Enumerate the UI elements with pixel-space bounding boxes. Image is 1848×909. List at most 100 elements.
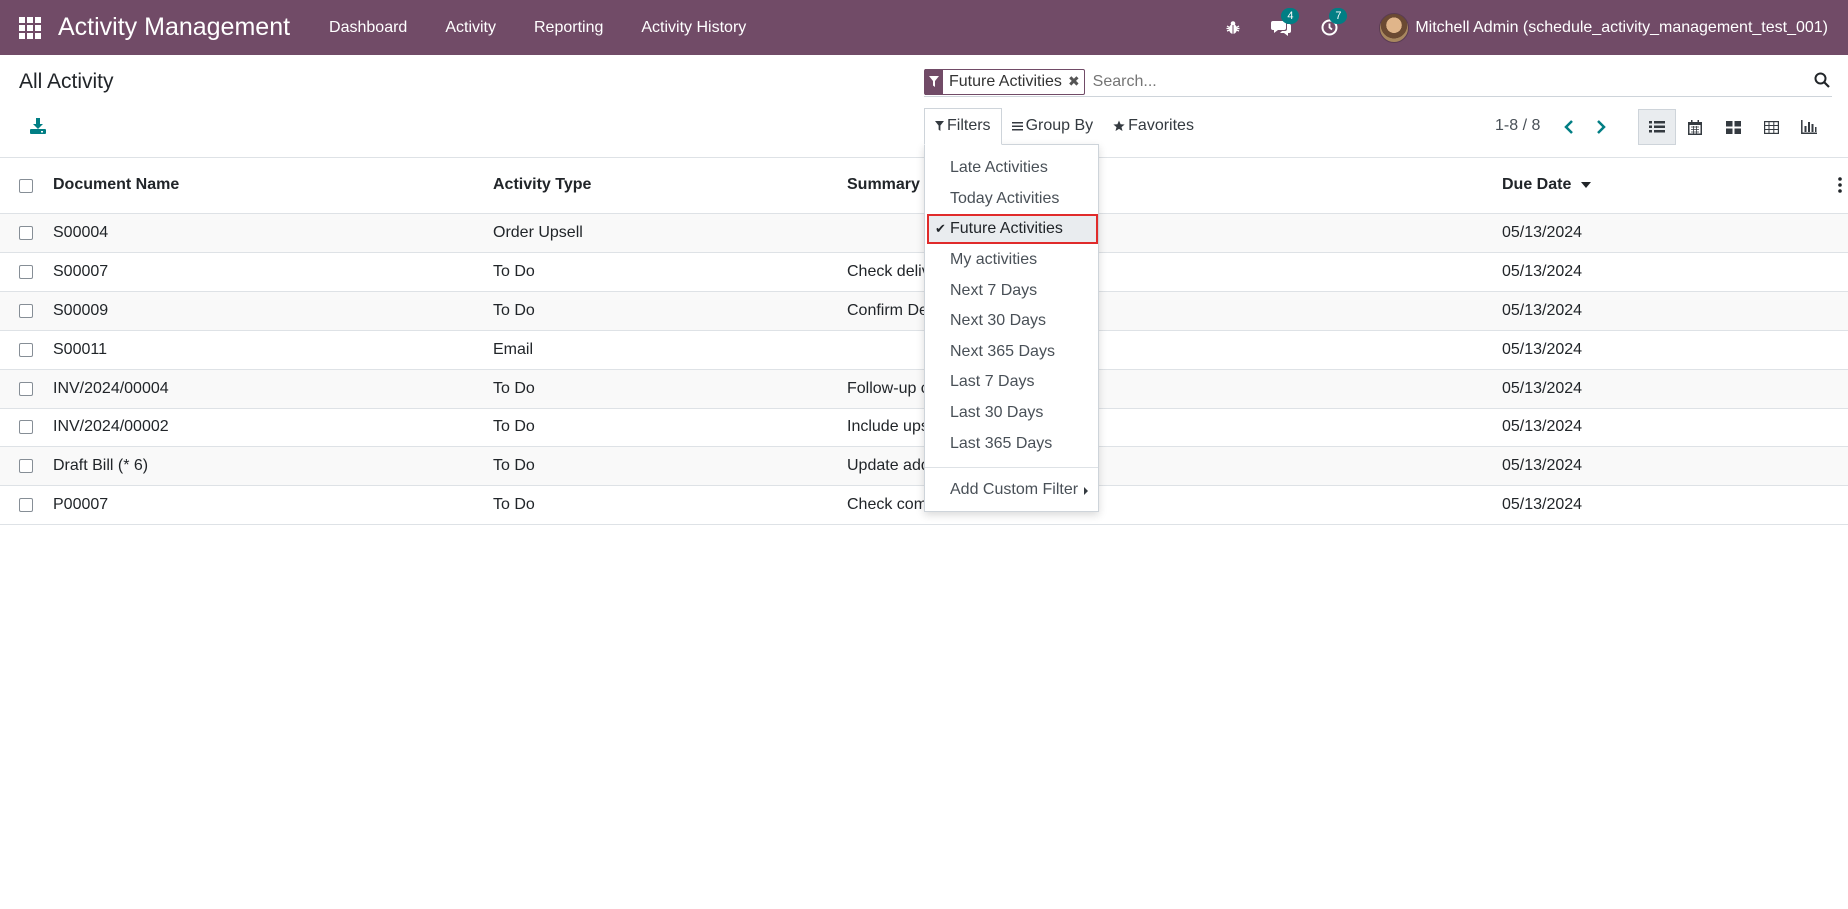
search-bar: Future Activities ✖ (924, 67, 1832, 97)
row-checkbox[interactable] (19, 304, 33, 318)
cell-summary: Confirm De (847, 302, 928, 319)
column-header-document-name[interactable]: Document Name (53, 176, 179, 194)
graph-view-icon[interactable] (1790, 109, 1828, 145)
top-navbar: Activity Management Dashboard Activity R… (0, 0, 1848, 55)
facet-remove-icon[interactable]: ✖ (1068, 73, 1084, 90)
cell-activity-type: To Do (493, 380, 535, 397)
cell-document-name: INV/2024/00004 (53, 380, 169, 397)
group-by-button[interactable]: Group By (1002, 108, 1104, 144)
filter-icon (935, 121, 944, 131)
cell-summary: Check com (847, 496, 928, 513)
column-header-summary[interactable]: Summary (847, 176, 920, 194)
filter-option-next-365-days[interactable]: Next 365 Days (927, 337, 1098, 367)
cell-document-name: S00004 (53, 224, 109, 241)
filter-option-label: Today Activities (950, 190, 1060, 207)
filter-option-my-activities[interactable]: My activities (927, 245, 1098, 275)
apps-menu-icon[interactable] (19, 16, 41, 39)
activities-badge: 7 (1329, 7, 1348, 24)
pager-previous-icon[interactable] (1560, 118, 1578, 136)
cell-document-name: INV/2024/00002 (53, 418, 169, 435)
search-input[interactable] (1092, 72, 1832, 91)
cell-summary: Update add (847, 457, 930, 474)
cell-activity-type: To Do (493, 496, 535, 513)
filter-option-next-30-days[interactable]: Next 30 Days (927, 306, 1098, 336)
debug-icon[interactable] (1221, 16, 1245, 40)
view-switcher (1638, 109, 1828, 145)
row-checkbox[interactable] (19, 226, 33, 240)
group-by-label: Group By (1025, 117, 1094, 134)
column-header-activity-type[interactable]: Activity Type (493, 176, 591, 194)
pager-next-icon[interactable] (1592, 118, 1610, 136)
group-by-icon (1011, 122, 1023, 131)
filter-option-label: My activities (950, 251, 1038, 268)
filters-button[interactable]: Filters (924, 107, 1002, 145)
filter-option-future-activities[interactable]: ✔ Future Activities (927, 214, 1098, 244)
filters-dropdown-menu: Late Activities Today Activities ✔ Futur… (924, 144, 1099, 512)
row-checkbox[interactable] (19, 420, 33, 434)
due-date-header-label: Due Date (1502, 176, 1572, 193)
caret-right-icon (1084, 487, 1088, 495)
filter-option-today-activities[interactable]: Today Activities (927, 184, 1098, 214)
cell-document-name: Draft Bill (* 6) (53, 457, 149, 474)
cell-summary: Follow-up c (847, 380, 929, 397)
filter-option-last-365-days[interactable]: Last 365 Days (927, 429, 1098, 459)
add-custom-filter[interactable]: Add Custom Filter (927, 475, 1098, 505)
calendar-view-icon[interactable] (1676, 109, 1714, 145)
cell-due-date: 05/13/2024 (1502, 224, 1583, 241)
cell-due-date: 05/13/2024 (1502, 263, 1583, 280)
cell-activity-type: To Do (493, 457, 535, 474)
main-menu: Dashboard Activity Reporting Activity Hi… (310, 0, 765, 55)
pager-value[interactable]: 1-8 / 8 (1495, 117, 1540, 135)
filter-option-label: Future Activities (950, 220, 1063, 237)
sort-desc-icon (1580, 181, 1591, 188)
cell-due-date: 05/13/2024 (1502, 380, 1583, 397)
list-view-icon[interactable] (1638, 109, 1676, 145)
activities-clock-icon[interactable]: 7 (1317, 7, 1348, 40)
cell-activity-type: Order Upsell (493, 224, 583, 241)
menu-reporting[interactable]: Reporting (515, 0, 622, 55)
row-checkbox[interactable] (19, 265, 33, 279)
user-avatar[interactable] (1379, 12, 1410, 43)
messages-badge: 4 (1281, 7, 1300, 24)
cell-document-name: S00007 (53, 263, 109, 280)
filter-option-label: Late Activities (950, 159, 1048, 176)
filter-option-label: Last 7 Days (950, 373, 1035, 390)
checkmark-icon: ✔ (935, 221, 946, 236)
filter-option-label: Last 365 Days (950, 435, 1053, 452)
filter-option-label: Last 30 Days (950, 404, 1044, 421)
filter-funnel-icon (925, 68, 943, 95)
filter-option-last-7-days[interactable]: Last 7 Days (927, 367, 1098, 397)
filter-option-last-30-days[interactable]: Last 30 Days (927, 398, 1098, 428)
row-checkbox[interactable] (19, 459, 33, 473)
facet-label: Future Activities (949, 72, 1062, 90)
pivot-view-icon[interactable] (1752, 109, 1790, 145)
menu-activity[interactable]: Activity (426, 0, 515, 55)
filters-label: Filters (947, 117, 991, 134)
optional-columns-toggle-icon[interactable] (1838, 177, 1842, 198)
kanban-view-icon[interactable] (1714, 109, 1752, 145)
filter-facet: Future Activities ✖ (924, 68, 1085, 95)
column-header-due-date[interactable]: Due Date (1502, 176, 1591, 194)
cell-activity-type: To Do (493, 302, 535, 319)
cell-due-date: 05/13/2024 (1502, 302, 1583, 319)
favorites-button[interactable]: Favorites (1103, 108, 1204, 144)
filter-option-late-activities[interactable]: Late Activities (927, 153, 1098, 183)
user-menu[interactable]: Mitchell Admin (schedule_activity_manage… (1415, 19, 1828, 37)
menu-activity-history[interactable]: Activity History (622, 0, 765, 55)
add-custom-filter-label: Add Custom Filter (950, 481, 1079, 498)
row-checkbox[interactable] (19, 343, 33, 357)
search-panel-buttons: Filters Group By Favorites (924, 107, 1204, 145)
row-checkbox[interactable] (19, 498, 33, 512)
messages-icon[interactable]: 4 (1269, 7, 1300, 40)
filter-option-label: Next 365 Days (950, 343, 1055, 360)
navbar-systray: 4 7 Mitchell Admin (schedule_activity_ma… (1209, 0, 1848, 55)
search-icon[interactable] (1814, 72, 1830, 93)
menu-dashboard[interactable]: Dashboard (310, 0, 426, 55)
cell-activity-type: To Do (493, 418, 535, 435)
select-all-checkbox[interactable] (19, 179, 33, 193)
cell-document-name: S00009 (53, 302, 109, 319)
app-title[interactable]: Activity Management (58, 13, 290, 42)
row-checkbox[interactable] (19, 382, 33, 396)
export-download-icon[interactable] (29, 117, 47, 135)
filter-option-next-7-days[interactable]: Next 7 Days (927, 276, 1098, 306)
